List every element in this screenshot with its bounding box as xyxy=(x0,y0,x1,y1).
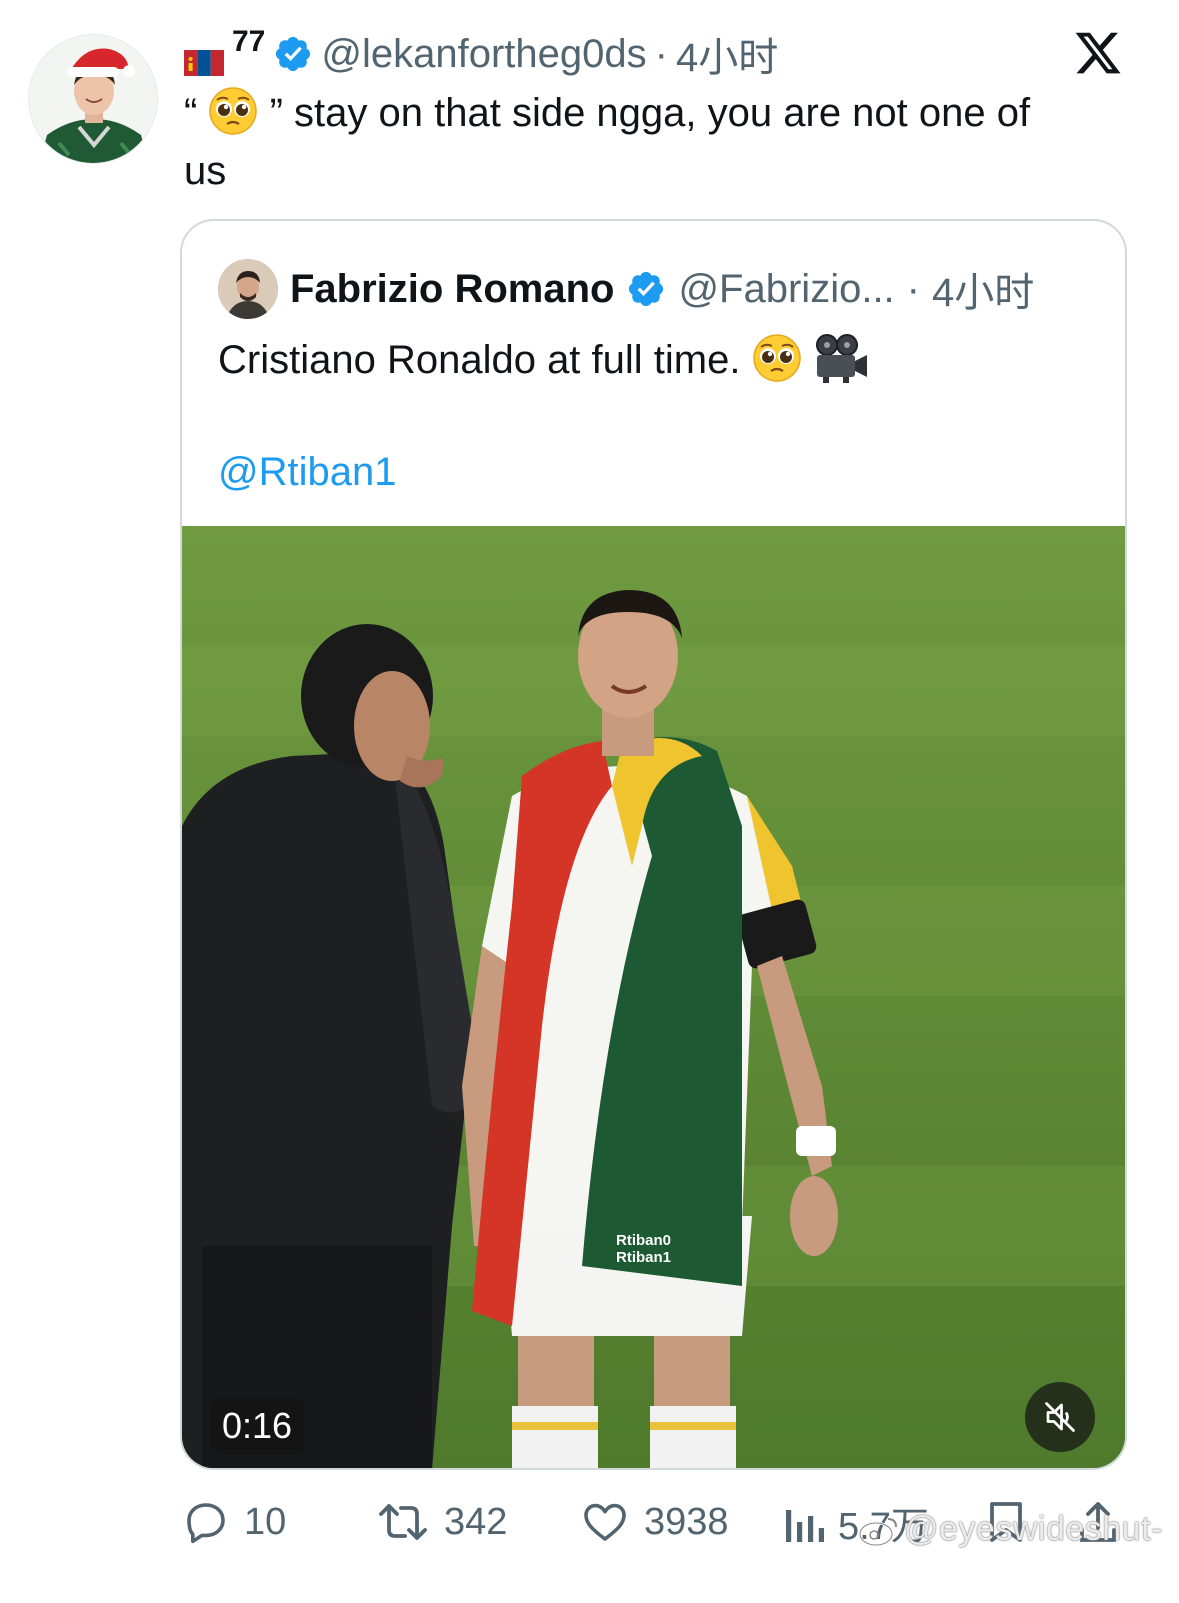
reply-icon xyxy=(187,1503,225,1544)
quoted-display-name[interactable]: Fabrizio Romano xyxy=(290,267,614,312)
tweet-text-line2: us xyxy=(184,149,227,193)
views-chart-icon xyxy=(786,1510,824,1542)
weibo-watermark: @eyeswideshut- xyxy=(858,1510,1163,1549)
repost-button[interactable]: 342 xyxy=(376,1490,507,1554)
quoted-user-handle[interactable]: @Fabrizio... xyxy=(678,267,894,312)
display-name[interactable]: 77 xyxy=(232,25,265,59)
video-duration-badge: 0:16 xyxy=(210,1398,305,1454)
quoted-tweet-text-body: Cristiano Ronaldo at full time. xyxy=(218,338,741,382)
video-overlay-handle-1: Rtiban0 xyxy=(616,1232,672,1249)
reply-button[interactable]: 10 xyxy=(182,1490,286,1554)
quoted-user-avatar[interactable] xyxy=(218,259,278,319)
weibo-logo-icon xyxy=(858,1517,897,1546)
mongolia-flag-icon xyxy=(184,41,224,76)
heart-icon xyxy=(584,1503,626,1541)
verified-badge-icon xyxy=(273,34,313,74)
quoted-separator-dot: · xyxy=(906,266,920,311)
video-overlay-handle-2: Rtiban1 xyxy=(616,1249,672,1266)
quoted-tweet-card[interactable]: Fabrizio Romano @Fabrizio... · 4小时 Crist… xyxy=(180,219,1127,1470)
repost-icon xyxy=(379,1504,427,1540)
video-overlay-handles: Rtiban0 Rtiban1 xyxy=(616,1232,720,1266)
quoted-tweet-header: Fabrizio Romano @Fabrizio... · 4小时 xyxy=(218,259,1034,319)
separator-dot: · xyxy=(654,31,668,76)
video-frame xyxy=(182,526,1125,1468)
user-handle[interactable]: @lekanfortheg0ds xyxy=(321,32,646,77)
reply-count: 10 xyxy=(244,1500,287,1543)
tweet-header: 77 @lekanfortheg0ds · 4小时 xyxy=(184,22,778,86)
tweet-text-line1: stay on that side ngga, you are not one … xyxy=(294,91,1031,135)
open-quote: “ xyxy=(184,91,198,135)
mute-toggle-button[interactable] xyxy=(1025,1382,1095,1452)
speaker-muted-icon xyxy=(1045,1402,1075,1432)
pleading-face-emoji-icon xyxy=(208,86,258,136)
repost-count: 342 xyxy=(444,1500,508,1543)
quoted-tweet-text: Cristiano Ronaldo at full time. xyxy=(218,333,867,387)
tweet-time[interactable]: 4小时 xyxy=(676,25,778,83)
video-player[interactable]: Rtiban0 Rtiban1 0:16 xyxy=(182,526,1125,1468)
quoted-tweet-time[interactable]: 4小时 xyxy=(932,260,1034,318)
like-count: 3938 xyxy=(644,1500,729,1543)
movie-camera-emoji-icon xyxy=(813,333,867,383)
watermark-text: @eyeswideshut- xyxy=(904,1510,1163,1548)
close-quote: ” xyxy=(269,91,283,135)
quoted-verified-badge-icon xyxy=(626,269,666,309)
pleading-face-emoji-icon xyxy=(752,333,802,383)
x-logo-icon xyxy=(1073,28,1123,78)
avatar-image xyxy=(29,35,157,163)
like-button[interactable]: 3938 xyxy=(580,1490,729,1554)
mention-link[interactable]: @Rtiban1 xyxy=(218,445,396,499)
tweet-text: “ ” stay on that side ngga, you are not … xyxy=(184,84,1124,193)
user-avatar[interactable] xyxy=(28,34,158,164)
